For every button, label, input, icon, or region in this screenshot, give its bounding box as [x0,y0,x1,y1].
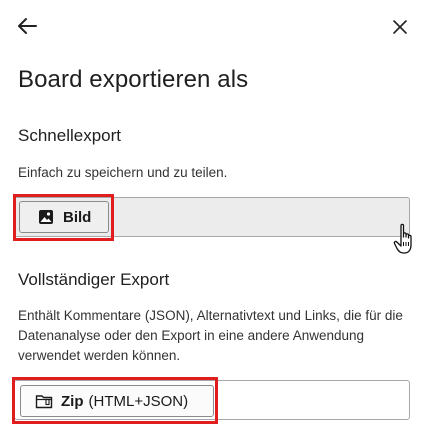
back-button[interactable] [14,13,40,39]
export-zip-button[interactable]: Zip (HTML+JSON) [20,385,214,417]
dialog-title: Board exportieren als [18,66,249,93]
close-button[interactable] [387,14,413,40]
zip-folder-icon [35,392,53,410]
export-image-label: Bild [63,208,92,226]
export-zip-label: Zip [61,392,84,410]
export-zip-format: (HTML+JSON) [88,392,189,410]
arrow-left-icon [18,18,37,34]
quick-export-description: Einfach zu speichern und zu teilen. [18,165,228,180]
quick-export-heading: Schnellexport [18,126,122,145]
image-icon [37,208,55,226]
export-image-button[interactable]: Bild [19,201,109,233]
hand-pointer-icon [393,223,412,254]
close-icon [393,20,407,34]
export-dialog: Board exportieren als Schnellexport Einf… [0,0,425,432]
full-export-description: Enthält Kommentare (JSON), Alternativtex… [18,308,403,363]
full-export-heading: Vollständiger Export [18,270,170,289]
